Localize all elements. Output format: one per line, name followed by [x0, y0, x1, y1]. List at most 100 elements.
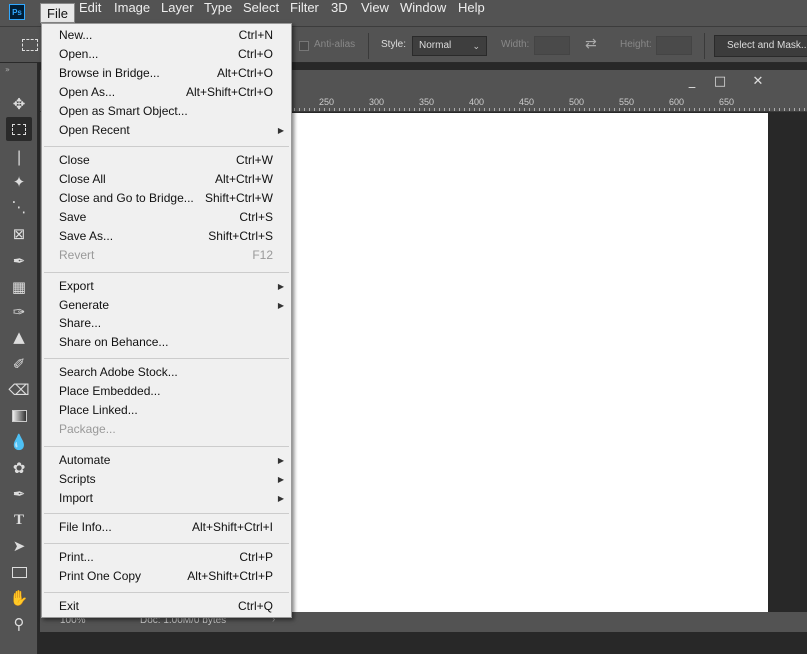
menu-file[interactable]: File [40, 3, 75, 23]
rectangle-icon[interactable] [6, 560, 32, 584]
minimize-button[interactable]: _ [680, 73, 704, 91]
menu-item-close-all[interactable]: Close All Alt+Ctrl+W [42, 170, 291, 189]
anti-alias-checkbox[interactable] [299, 41, 309, 51]
menu-item-scripts[interactable]: Scripts ▶ [42, 470, 291, 489]
menu-item-shortcut: Alt+Shift+Ctrl+O [185, 85, 273, 99]
ruler-tick [539, 108, 540, 111]
menu-item-open-as-smart-object[interactable]: Open as Smart Object... [42, 102, 291, 121]
menu-item-generate[interactable]: Generate ▶ [42, 296, 291, 315]
ruler-tick [519, 108, 520, 111]
menu-item-browse-in-bridge[interactable]: Browse in Bridge... Alt+Ctrl+O [42, 64, 291, 83]
menu-item-new[interactable]: New... Ctrl+N [42, 26, 291, 45]
menu-item-automate[interactable]: Automate ▶ [42, 451, 291, 470]
path-selection-icon[interactable]: ➤ [6, 534, 32, 558]
ruler-tick [709, 108, 710, 111]
ruler-tick [409, 108, 410, 111]
menu-view[interactable]: View [355, 0, 395, 26]
menu-separator [44, 358, 289, 359]
menu-item-close-and-go-to-bridge[interactable]: Close and Go to Bridge... Shift+Ctrl+W [42, 189, 291, 208]
ruler-tick [349, 108, 350, 111]
menu-item-shortcut: Ctrl+Q [237, 599, 273, 613]
menu-item-label: Scripts [59, 472, 96, 486]
brush-icon[interactable]: ✑ [6, 300, 32, 324]
crop-icon[interactable]: ⋱ [6, 195, 32, 219]
lasso-icon[interactable]: ❘ [6, 145, 32, 169]
menu-item-label: Open Recent [59, 123, 130, 137]
ruler-tick [529, 108, 530, 111]
menu-item-save-as[interactable]: Save As... Shift+Ctrl+S [42, 227, 291, 246]
ruler-tick [789, 108, 790, 111]
menu-item-label: New... [59, 28, 93, 42]
submenu-arrow-icon: ▶ [277, 494, 284, 503]
restore-button[interactable]: □ [708, 73, 732, 91]
clone-stamp-icon[interactable]: ▲ [6, 325, 32, 349]
ruler-tick [359, 108, 360, 111]
select-and-mask-button[interactable]: Select and Mask... [714, 35, 807, 57]
ruler-tick [334, 108, 335, 111]
menu-separator [44, 446, 289, 447]
height-input[interactable] [656, 36, 692, 55]
menu-3d[interactable]: 3D [325, 0, 354, 26]
menu-item-exit[interactable]: Exit Ctrl+Q [42, 597, 291, 616]
ruler-tick [294, 108, 295, 111]
document-canvas[interactable] [290, 113, 768, 613]
menu-item-export[interactable]: Export ▶ [42, 277, 291, 296]
menu-item-print-one-copy[interactable]: Print One Copy Alt+Shift+Ctrl+P [42, 567, 291, 586]
ruler-tick [524, 108, 525, 111]
swap-dimensions-icon[interactable]: ⇄ [585, 36, 597, 52]
ruler-tick [549, 108, 550, 111]
menu-window[interactable]: Window [394, 0, 452, 26]
menu-item-shortcut: F12 [252, 248, 273, 262]
marquee-preset-icon[interactable] [22, 39, 38, 51]
ruler-tick [429, 108, 430, 111]
menu-item-open-as[interactable]: Open As... Alt+Shift+Ctrl+O [42, 83, 291, 102]
menu-item-save[interactable]: Save Ctrl+S [42, 208, 291, 227]
menu-item-place-embedded[interactable]: Place Embedded... [42, 382, 291, 401]
hand-icon[interactable]: ✋ [6, 586, 32, 610]
menu-item-label: Open As... [59, 85, 116, 99]
menu-item-close[interactable]: Close Ctrl+W [42, 151, 291, 170]
ruler-tick [769, 108, 770, 111]
history-brush-icon[interactable]: ✐ [6, 352, 32, 376]
eraser-icon[interactable]: ⌫ [6, 378, 32, 402]
menu-separator [44, 272, 289, 273]
menu-item-share-on-behance[interactable]: Share on Behance... [42, 333, 291, 352]
menu-item-file-info[interactable]: File Info... Alt+Shift+Ctrl+I [42, 518, 291, 537]
type-icon[interactable]: T [6, 508, 32, 532]
zoom-icon[interactable]: ⚲ [6, 612, 32, 636]
menu-item-share[interactable]: Share... [42, 314, 291, 333]
menu-item-shortcut: Alt+Shift+Ctrl+I [191, 520, 273, 534]
menu-separator [44, 543, 289, 544]
menu-item-place-linked[interactable]: Place Linked... [42, 401, 291, 420]
menu-item-label: File Info... [59, 520, 112, 534]
sponge-icon[interactable]: ✿ [6, 456, 32, 480]
eyedropper-icon[interactable]: ✒ [6, 249, 32, 273]
frame-icon[interactable]: ⊠ [6, 222, 32, 246]
gradient-icon[interactable] [6, 404, 32, 428]
panel-collapse-icon[interactable]: » [5, 65, 10, 74]
menu-item-search-adobe-stock[interactable]: Search Adobe Stock... [42, 363, 291, 382]
menu-item-label: Generate [59, 298, 110, 312]
style-select[interactable]: Normal ⌄ [412, 36, 487, 56]
menu-item-open-recent[interactable]: Open Recent ▶ [42, 121, 291, 140]
menu-help[interactable]: Help [452, 0, 491, 26]
magic-wand-icon[interactable]: ✦ [6, 170, 32, 194]
move-icon[interactable]: ✥ [6, 92, 32, 116]
width-input[interactable] [534, 36, 570, 55]
ruler-tick [374, 108, 375, 111]
ruler-tick [354, 108, 355, 111]
rectangular-marquee-icon[interactable] [6, 117, 32, 141]
menu-item-label: Automate [59, 453, 111, 467]
healing-brush-icon[interactable]: ▦ [6, 275, 32, 299]
pen-icon[interactable]: ✒ [6, 482, 32, 506]
menu-item-open[interactable]: Open... Ctrl+O [42, 45, 291, 64]
ruler-tick [314, 108, 315, 111]
menu-item-shortcut: Ctrl+O [237, 47, 273, 61]
ruler-tick [309, 108, 310, 111]
ruler-tick [724, 108, 725, 111]
close-button[interactable]: ✕ [746, 73, 770, 91]
ruler-tick [339, 108, 340, 111]
menu-item-import[interactable]: Import ▶ [42, 489, 291, 508]
blur-icon[interactable]: 💧 [6, 430, 32, 454]
menu-item-print[interactable]: Print... Ctrl+P [42, 548, 291, 567]
